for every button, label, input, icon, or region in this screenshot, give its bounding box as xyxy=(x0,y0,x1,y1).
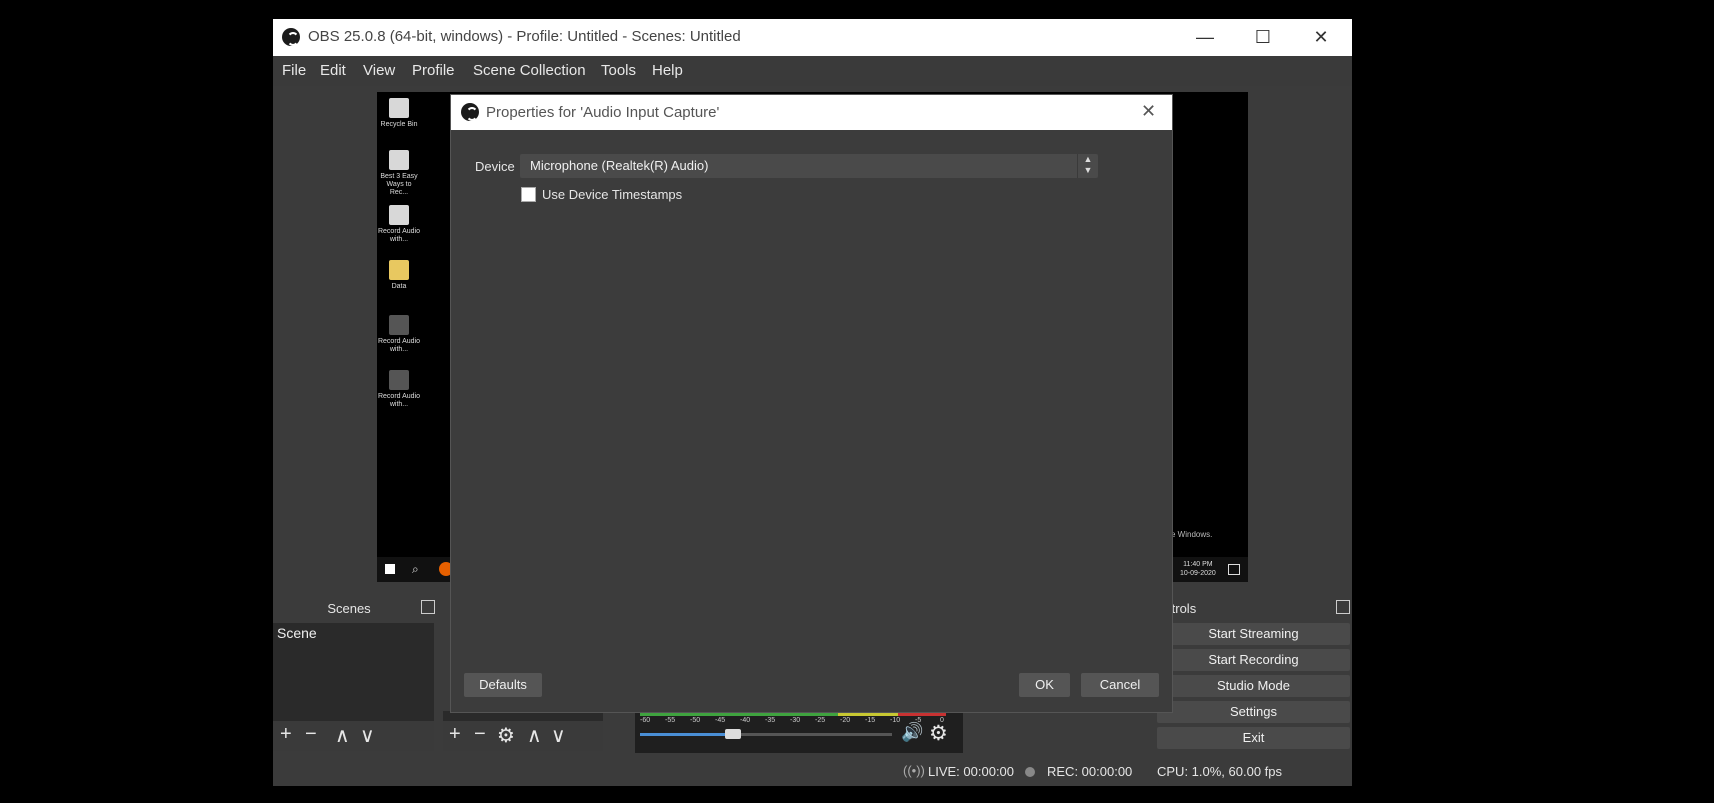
obs-logo-icon xyxy=(461,103,479,121)
minimize-button[interactable]: — xyxy=(1176,19,1234,56)
audio-mixer: -60 -55 -50 -45 -40 -35 -30 -25 -20 -15 -10 -5 0 🔊 ⚙ xyxy=(635,711,963,753)
exit-button[interactable]: Exit xyxy=(1157,727,1350,749)
ok-button[interactable]: OK xyxy=(1019,673,1070,697)
use-device-timestamps-checkbox[interactable] xyxy=(521,187,536,202)
device-label: Device xyxy=(475,159,515,174)
windows-start-icon xyxy=(385,564,395,574)
remove-source-button[interactable]: − xyxy=(474,723,486,746)
move-scene-down-button[interactable]: ∨ xyxy=(360,723,375,748)
meter-tick-label: -25 xyxy=(815,717,826,724)
desktop-icon-record-2: Record Audio with... xyxy=(377,315,421,354)
close-window-button[interactable]: ✕ xyxy=(1292,19,1350,56)
meter-tick-label: -40 xyxy=(740,717,751,724)
settings-button[interactable]: Settings xyxy=(1157,701,1350,723)
start-recording-button[interactable]: Start Recording xyxy=(1157,649,1350,671)
scenes-dock-title: Scenes xyxy=(327,601,371,616)
live-broadcast-icon: ((•)) xyxy=(903,763,925,778)
live-timer: LIVE: 00:00:00 xyxy=(928,764,1015,779)
menu-view[interactable]: View xyxy=(363,62,395,79)
meter-tick-label: -20 xyxy=(840,717,851,724)
start-streaming-button[interactable]: Start Streaming xyxy=(1157,623,1350,645)
device-select-value: Microphone (Realtek(R) Audio) xyxy=(530,158,709,173)
sources-list xyxy=(443,711,603,721)
remove-scene-button[interactable]: − xyxy=(305,723,317,746)
studio-mode-button[interactable]: Studio Mode xyxy=(1157,675,1350,697)
menu-tools[interactable]: Tools xyxy=(601,62,636,79)
device-select[interactable]: Microphone (Realtek(R) Audio) ▲ ▼ xyxy=(520,154,1098,178)
menu-file[interactable]: File xyxy=(282,62,306,79)
activate-windows-watermark: e Windows. xyxy=(1171,530,1213,539)
scene-item[interactable]: Scene xyxy=(277,625,317,641)
defaults-button[interactable]: Defaults xyxy=(464,673,542,697)
scenes-toolbar: + − ∧ ∨ xyxy=(273,721,434,751)
meter-tick-label: -15 xyxy=(865,717,876,724)
meter-tick-label: -45 xyxy=(715,717,726,724)
shortcut-icon xyxy=(389,315,409,335)
updown-chevron-icon: ▲ ▼ xyxy=(1077,154,1098,178)
controls-panel: Start Streaming Start Recording Studio M… xyxy=(1157,623,1350,753)
notification-icon xyxy=(1228,564,1240,575)
move-scene-up-button[interactable]: ∧ xyxy=(335,723,350,748)
use-device-timestamps-label: Use Device Timestamps xyxy=(542,187,683,202)
volume-meter xyxy=(640,712,946,716)
meter-tick-label: -55 xyxy=(665,717,676,724)
meter-tick-label: -50 xyxy=(690,717,701,724)
rec-timer: REC: 00:00:00 xyxy=(1047,764,1133,779)
meter-tick-label: -10 xyxy=(890,717,901,724)
scenes-list: Scene xyxy=(273,623,434,721)
sources-toolbar: + − ⚙ ∧ ∨ xyxy=(443,721,603,751)
volume-slider-fill xyxy=(640,733,734,736)
window-titlebar: OBS 25.0.8 (64-bit, windows) - Profile: … xyxy=(273,19,1352,56)
menu-bar: File Edit View Profile Scene Collection … xyxy=(273,56,1352,86)
rec-dot-icon xyxy=(1025,767,1035,777)
add-source-button[interactable]: + xyxy=(449,723,461,746)
desktop-icon-record-3: Record Audio with... xyxy=(377,370,421,409)
window-title: OBS 25.0.8 (64-bit, windows) - Profile: … xyxy=(308,28,741,45)
meter-tick-label: -35 xyxy=(765,717,776,724)
move-source-down-button[interactable]: ∨ xyxy=(551,723,566,748)
menu-help[interactable]: Help xyxy=(652,62,683,79)
move-source-up-button[interactable]: ∧ xyxy=(527,723,542,748)
menu-profile[interactable]: Profile xyxy=(412,62,455,79)
desktop-icon-doc: Best 3 Easy Ways to Rec... xyxy=(377,150,421,197)
folder-icon xyxy=(389,260,409,280)
dialog-close-button[interactable]: ✕ xyxy=(1141,101,1156,122)
source-properties-button[interactable]: ⚙ xyxy=(497,723,515,748)
undock-icon[interactable] xyxy=(1336,600,1350,614)
desktop-icon-data: Data xyxy=(377,260,421,291)
properties-dialog: Properties for 'Audio Input Capture' ✕ D… xyxy=(451,95,1172,712)
meter-red xyxy=(898,712,946,716)
dialog-title: Properties for 'Audio Input Capture' xyxy=(486,104,720,121)
menu-edit[interactable]: Edit xyxy=(320,62,346,79)
shortcut-icon xyxy=(389,370,409,390)
search-icon: ⌕ xyxy=(412,562,419,576)
recycle-bin-icon xyxy=(389,98,409,118)
document-icon xyxy=(389,150,409,170)
volume-slider[interactable] xyxy=(640,729,892,739)
mixer-gear-icon[interactable]: ⚙ xyxy=(929,721,948,746)
meter-tick-label: -60 xyxy=(640,717,651,724)
maximize-button[interactable]: ☐ xyxy=(1234,19,1292,56)
desktop-icon-record: Record Audio with... xyxy=(377,205,421,244)
taskbar-clock: 11:40 PM 10-09-2020 xyxy=(1180,561,1216,577)
meter-green xyxy=(640,712,838,716)
status-bar: ((•)) LIVE: 00:00:00 REC: 00:00:00 CPU: … xyxy=(273,757,1352,786)
meter-yellow xyxy=(838,712,898,716)
meter-tick-label: -30 xyxy=(790,717,801,724)
speaker-icon[interactable]: 🔊 xyxy=(901,722,923,743)
add-scene-button[interactable]: + xyxy=(280,723,292,746)
desktop-icon-recycle-bin: Recycle Bin xyxy=(377,98,421,129)
volume-slider-thumb[interactable] xyxy=(725,729,742,739)
obs-logo-icon xyxy=(282,28,300,46)
document-icon xyxy=(389,205,409,225)
cancel-button[interactable]: Cancel xyxy=(1081,673,1159,697)
menu-scene-collection[interactable]: Scene Collection xyxy=(473,62,586,79)
cpu-status: CPU: 1.0%, 60.00 fps xyxy=(1157,764,1283,779)
undock-icon[interactable] xyxy=(421,600,435,614)
dialog-titlebar: Properties for 'Audio Input Capture' ✕ xyxy=(451,95,1172,130)
